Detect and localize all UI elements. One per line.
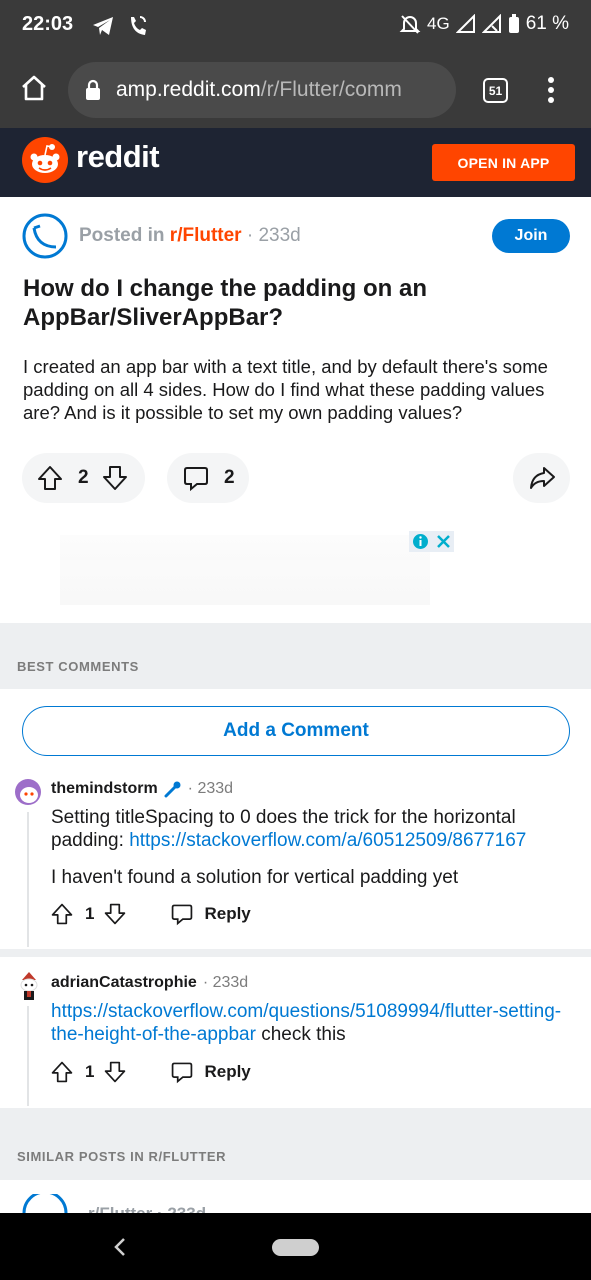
comment-divider [0,949,591,957]
comment-link[interactable]: https://stackoverflow.com/a/60512509/867… [129,830,526,851]
ad-area[interactable] [60,535,430,605]
similar-posts-label: SIMILAR POSTS IN R/FLUTTER [17,1149,227,1164]
url-host: amp.reddit.com [116,78,261,101]
comment-text-2: I haven't found a solution for vertical … [51,867,459,888]
more-menu-icon[interactable] [545,76,557,104]
comment-vote-count: 1 [85,1062,95,1081]
upvote-count: 2 [78,467,89,488]
mute-bell-icon [399,15,421,34]
telegram-icon [93,17,113,35]
lock-icon [86,79,100,100]
reply-button[interactable]: Reply [204,904,250,924]
upvote-icon[interactable] [36,464,64,492]
downvote-icon[interactable] [101,464,129,492]
comment-text: check this [261,1024,346,1045]
comment-body: https://stackoverflow.com/questions/5108… [51,1000,581,1046]
comment-header: themindstorm · 233d [51,780,233,798]
comment-body: Setting titleSpacing to 0 does the trick… [51,806,581,852]
comment-author[interactable]: adrianCatastrophie [51,974,197,992]
comment-thread-line[interactable] [27,812,29,947]
ad-close-icon[interactable] [436,534,451,549]
add-comment-button[interactable]: Add a Comment [22,706,570,756]
comment-vote-count: 1 [85,904,95,923]
post-title: How do I change the padding on an AppBar… [23,275,427,331]
open-in-app-button[interactable]: OPEN IN APP [432,144,575,181]
comment-icon [184,467,208,492]
tab-switcher-button[interactable]: 51 [483,78,508,103]
battery-level: 61 % [525,13,569,34]
reddit-logo-icon[interactable] [22,137,68,183]
wifi-call-icon [131,16,146,35]
reply-icon[interactable] [170,902,194,926]
reply-icon[interactable] [170,1060,194,1084]
comment-downvote-icon[interactable] [103,902,127,926]
comment-thread-line[interactable] [27,1006,29,1106]
signal-2-icon [481,14,501,33]
browser-toolbar: amp.reddit.com/r/Flutter/comm 51 [0,52,591,128]
ad-badge[interactable] [409,531,454,552]
network-type: 4G [427,14,450,33]
reply-button[interactable]: Reply [204,1062,250,1082]
status-time: 22:03 [22,13,74,35]
url-path: /r/Flutter/comm [260,78,402,101]
post-age: · 233d [246,225,301,246]
join-button[interactable]: Join [492,219,570,253]
status-bar: 22:03 4G 61 % [0,0,591,52]
vote-pill: 2 [22,453,145,503]
moderator-wand-icon [164,781,181,798]
best-comments-label: BEST COMMENTS [17,659,139,674]
comment-header: adrianCatastrophie · 233d [51,974,248,992]
share-button[interactable] [513,453,570,503]
back-icon[interactable] [112,1237,128,1257]
comment-actions: 1 Reply [50,902,251,926]
ad-info-icon[interactable] [412,533,429,550]
comments-button[interactable]: 2 [167,453,249,503]
reddit-header: reddit OPEN IN APP [0,128,591,197]
comment-age: · 233d [202,974,249,991]
reddit-wordmark: reddit [76,139,160,174]
battery-icon [508,14,519,33]
home-gesture-pill[interactable] [272,1239,319,1256]
home-icon[interactable] [20,74,48,102]
subreddit-link[interactable]: r/Flutter [170,225,242,246]
comment-upvote-icon[interactable] [50,1060,74,1084]
comment-actions: 1 Reply [50,1060,251,1084]
comment-age: · 233d [187,780,234,797]
comment-author[interactable]: themindstorm [51,780,158,798]
comment-upvote-icon[interactable] [50,902,74,926]
post-body: I created an app bar with a text title, … [23,356,548,423]
share-icon [529,467,555,489]
comment-count: 2 [224,467,235,488]
android-nav-bar [0,1213,591,1280]
url-bar[interactable]: amp.reddit.com/r/Flutter/comm [68,62,456,118]
user-avatar-icon[interactable] [16,970,42,1002]
similar-posts-header: SIMILAR POSTS IN R/FLUTTER [0,1108,591,1180]
user-avatar-icon[interactable] [14,778,42,806]
subreddit-avatar-icon[interactable] [22,213,68,259]
status-right: 4G 61 % [399,13,569,35]
posted-in-label: Posted in [79,225,165,246]
subreddit-avatar-icon[interactable] [22,1194,68,1213]
signal-icon [455,14,475,33]
best-comments-header: BEST COMMENTS [0,623,591,689]
post-meta: Posted in r/Flutter · 233d [79,225,301,247]
similar-post-meta[interactable]: r/Flutter · 233d [88,1205,206,1213]
comment-downvote-icon[interactable] [103,1060,127,1084]
